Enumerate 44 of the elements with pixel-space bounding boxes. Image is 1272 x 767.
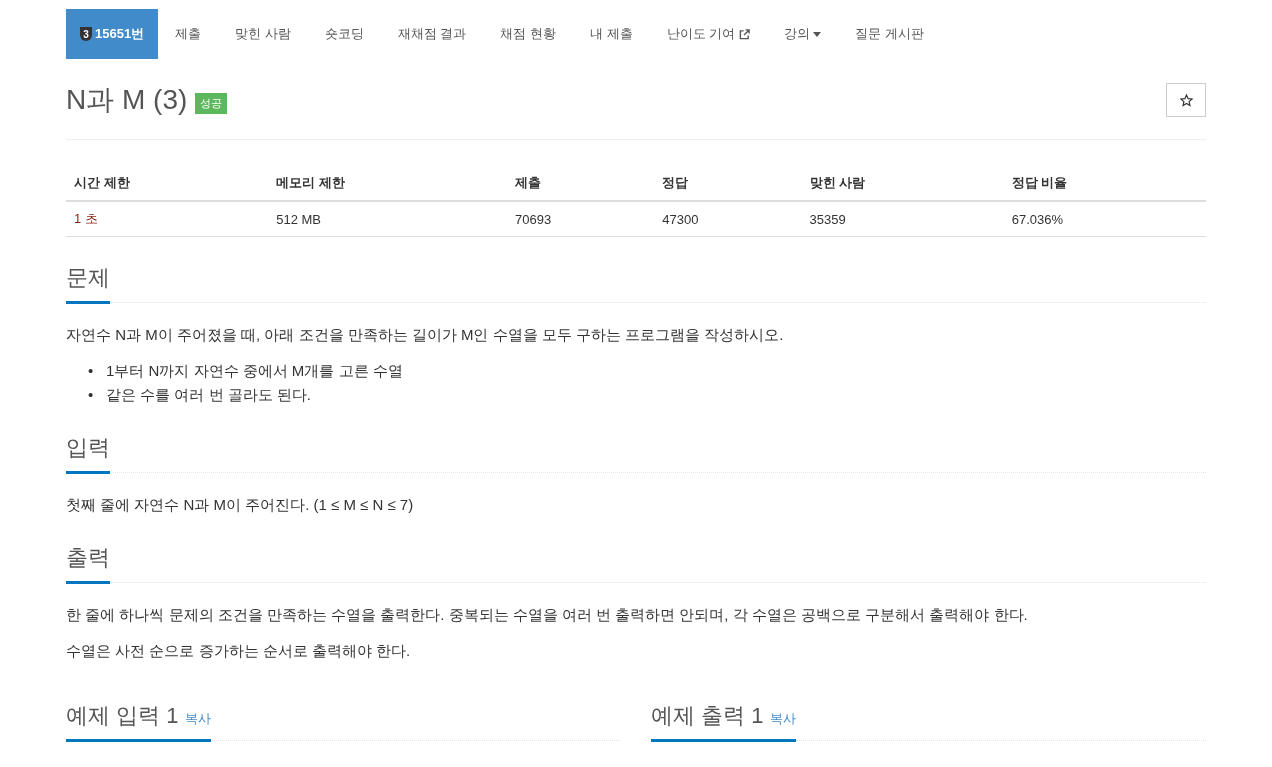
section-heading: 출력 (66, 543, 110, 584)
nav-tab[interactable]: 맞힌 사람 (218, 9, 308, 59)
nav-tab[interactable]: 강의 (767, 9, 839, 59)
nav-tab[interactable]: 채점 현황 (483, 9, 574, 59)
nav-tab[interactable]: 질문 게시판 (838, 9, 941, 59)
external-link-icon (739, 28, 751, 40)
nav-tab[interactable]: 난이도 기여 (649, 9, 768, 59)
column-header: 정답 (654, 166, 802, 201)
table-cell: 47300 (654, 201, 802, 237)
paragraph: 첫째 줄에 자연수 N과 M이 주어진다. (1 ≤ M ≤ N ≤ 7) (66, 495, 415, 515)
section-heading: 예제 출력 1 (651, 703, 764, 728)
tier-badge-icon: 3 (80, 27, 92, 41)
table-cell: 35359 (801, 201, 1004, 237)
paragraph: 수열은 사전 순으로 증가하는 순서로 출력해야 한다. (66, 641, 412, 661)
column-header: 정답 비율 (1003, 166, 1206, 201)
bullet: • (88, 385, 95, 405)
nav-tab[interactable]: 제출 (158, 9, 219, 59)
list-item: 같은 수를 여러 번 골라도 된다. (106, 385, 311, 405)
list-item: 1부터 N까지 자연수 중에서 M개를 고른 수열 (106, 361, 403, 381)
problem-title: N과 M (3) (66, 83, 188, 117)
status-label: 성공 (195, 92, 228, 114)
star-icon (1179, 93, 1193, 107)
nav-tab[interactable]: 3 15651번 (66, 9, 159, 59)
table-cell: 512 MB (268, 201, 508, 237)
nav-tab[interactable]: 내 제출 (573, 9, 650, 59)
column-header: 맞힌 사람 (801, 166, 1004, 201)
paragraph: 자연수 N과 M이 주어졌을 때, 아래 조건을 만족하는 길이가 M인 수열을 모두 구하는 프로그램을 작성하시오. (66, 325, 785, 345)
column-header: 제출 (507, 166, 655, 201)
favorite-button[interactable] (1166, 83, 1206, 117)
column-header: 메모리 제한 (268, 166, 508, 201)
section-heading: 문제 (66, 263, 110, 304)
table-cell: 67.036% (1003, 201, 1206, 237)
nav-tab[interactable]: 숏코딩 (307, 9, 381, 59)
copy-link[interactable]: 복사 (769, 711, 796, 726)
bullet: • (88, 361, 95, 381)
caret-icon (813, 31, 822, 37)
section-heading: 입력 (66, 433, 110, 474)
paragraph: 한 줄에 하나씩 문제의 조건을 만족하는 수열을 출력한다. 중복되는 수열을 여러 번 출력하면 안되며, 각 수열은 공백으로 구분해서 출력해야 한다. (66, 605, 1029, 625)
nav-tab[interactable]: 재채점 결과 (380, 9, 484, 59)
copy-link[interactable]: 복사 (184, 711, 211, 726)
section-heading: 예제 입력 1 (66, 703, 179, 728)
table-cell: 1 초 (66, 201, 269, 237)
column-header: 시간 제한 (66, 166, 269, 201)
table-cell: 70693 (507, 201, 655, 237)
